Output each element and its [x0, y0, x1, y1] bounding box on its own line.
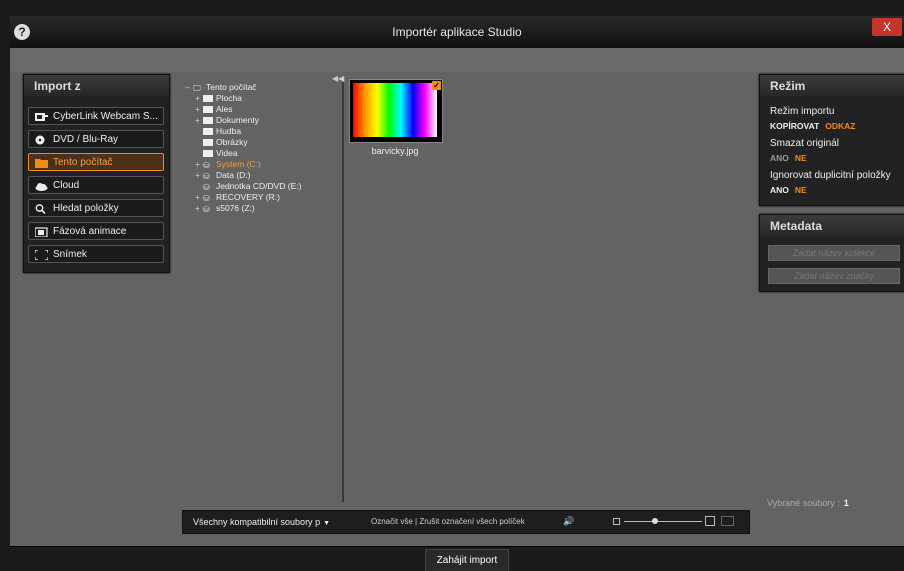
source-search-label: Hledat položky [53, 203, 119, 214]
selected-files-count: Vybrané soubory :1 [767, 498, 849, 508]
mode-panel: Režim Režim importu KOPÍROVAT ODKAZ Smaza… [759, 74, 904, 206]
source-this-pc-button[interactable]: Tento počítač [28, 153, 164, 171]
source-cloud-button[interactable]: Cloud [28, 176, 164, 194]
import-mode-options: KOPÍROVAT ODKAZ [770, 121, 862, 131]
thumbnail-size-slider[interactable] [624, 518, 702, 524]
ignore-duplicates-options: ANO NE [770, 185, 813, 195]
tree-item-plocha[interactable]: + Plocha [195, 93, 242, 104]
computer-icon: 🖵 [193, 84, 201, 93]
search-icon [35, 204, 46, 214]
top-band [10, 48, 904, 72]
import-mode-copy[interactable]: KOPÍROVAT [770, 121, 819, 131]
selected-files-value: 1 [843, 498, 849, 508]
tree-item-root[interactable]: – 🖵 Tento počítač [185, 82, 257, 93]
window-title: Importér aplikace Studio [392, 25, 522, 39]
file-thumbnail[interactable]: ✓ [349, 79, 443, 143]
select-all-link[interactable]: Označit vše [371, 517, 413, 526]
snapshot-icon [35, 250, 48, 260]
tree-item-videa[interactable]: Videa [195, 148, 238, 159]
slider-handle[interactable] [652, 518, 659, 524]
ignore-duplicates-no[interactable]: NE [795, 185, 807, 195]
folder-icon [203, 117, 213, 124]
tree-item-hudba[interactable]: Hudba [195, 126, 241, 137]
tree-item-data-d[interactable]: + ⛁ Data (D:) [195, 170, 250, 181]
source-cloud-label: Cloud [53, 180, 80, 191]
zoom-small-icon[interactable] [613, 518, 620, 525]
delete-original-no[interactable]: NE [795, 153, 807, 163]
drive-icon: ⛁ [203, 161, 210, 170]
import-mode-label: Režim importu [770, 106, 835, 117]
tree-item-s5076-z[interactable]: + ⛁ s5076 (Z:) [195, 203, 255, 214]
import-source-heading: Import z [24, 75, 169, 97]
speaker-icon[interactable]: 🔊 [563, 516, 574, 527]
ignore-duplicates-label: Ignorovat duplicitní položky [770, 170, 891, 181]
tree-item-recovery-r[interactable]: + ⛁ RECOVERY (R:) [195, 192, 280, 203]
selected-files-label: Vybrané soubory : [767, 498, 840, 508]
thumbnail-image [353, 83, 437, 137]
import-mode-link[interactable]: ODKAZ [825, 121, 855, 131]
tag-name-input[interactable]: Zadat název značky [768, 268, 900, 284]
source-snapshot-label: Snímek [53, 249, 87, 260]
bottom-toolbar: Všechny kompatibilní soubory p ▼ Označit … [182, 510, 750, 534]
delete-original-yes[interactable]: ANO [770, 153, 789, 163]
file-name: barvicky.jpg [371, 146, 419, 156]
link-separator: | [415, 517, 418, 526]
tree-item-system-c[interactable]: + ⛁ System (C:) [195, 159, 261, 170]
drive-icon: ⛁ [203, 194, 210, 203]
folder-icon [203, 150, 213, 157]
source-this-pc-label: Tento počítač [53, 157, 113, 168]
delete-original-label: Smazat originál [770, 138, 839, 149]
source-webcam-label: CyberLink Webcam S... [53, 111, 158, 122]
drive-icon: ⛁ [203, 183, 210, 192]
folder-icon [203, 139, 213, 146]
folder-icon [35, 159, 48, 168]
camera-icon [35, 227, 48, 237]
tree-item-dokumenty[interactable]: + Dokumenty [195, 115, 259, 126]
metadata-panel: Metadata Zadat název kolekce Zadat název… [759, 214, 904, 292]
deselect-all-link[interactable]: Zrušit označení všech políček [419, 517, 524, 526]
collection-name-input[interactable]: Zadat název kolekce [768, 245, 900, 261]
chevron-down-icon: ▼ [323, 520, 331, 527]
importer-window: ? Importér aplikace Studio X Import z Cy… [10, 16, 904, 571]
cloud-icon [35, 183, 48, 191]
mode-heading: Režim [760, 75, 904, 97]
folder-icon [203, 128, 213, 135]
source-dvd-label: DVD / Blu-Ray [53, 134, 119, 145]
source-dvd-button[interactable]: DVD / Blu-Ray [28, 130, 164, 148]
delete-original-options: ANO NE [770, 153, 813, 163]
file-filter-value: Všechny kompatibilní soubory p [193, 517, 321, 527]
file-filter-dropdown[interactable]: Všechny kompatibilní soubory p ▼ [193, 517, 330, 527]
import-source-panel: Import z CyberLink Webcam S... DVD / Blu… [23, 74, 170, 273]
source-webcam-button[interactable]: CyberLink Webcam S... [28, 107, 164, 125]
folder-icon [203, 106, 213, 113]
metadata-heading: Metadata [760, 215, 904, 237]
source-snapshot-button[interactable]: Snímek [28, 245, 164, 263]
close-button[interactable]: X [872, 18, 902, 36]
panel-divider[interactable] [342, 82, 344, 502]
fullscreen-icon[interactable] [721, 516, 734, 526]
tree-item-ales[interactable]: + Ales [195, 104, 233, 115]
source-search-button[interactable]: Hledat položky [28, 199, 164, 217]
folder-icon [203, 95, 213, 102]
webcam-icon [35, 113, 48, 121]
tree-item-cd-dvd-e[interactable]: ⛁ Jednotka CD/DVD (E:) [195, 181, 302, 192]
title-bar: ? Importér aplikace Studio X [10, 16, 904, 48]
tree-item-obrazky[interactable]: Obrázky [195, 137, 248, 148]
drive-icon: ⛁ [203, 205, 210, 214]
ignore-duplicates-yes[interactable]: ANO [770, 185, 789, 195]
selection-links: Označit vše | Zrušit označení všech polí… [371, 517, 525, 526]
start-import-button[interactable]: Zahájit import [425, 549, 509, 571]
zoom-large-icon[interactable] [705, 516, 715, 526]
checkbox-checked-icon[interactable]: ✓ [432, 81, 441, 90]
source-stop-motion-button[interactable]: Fázová animace [28, 222, 164, 240]
drive-icon: ⛁ [203, 172, 210, 181]
disc-icon [35, 135, 45, 145]
source-stop-motion-label: Fázová animace [53, 226, 127, 237]
